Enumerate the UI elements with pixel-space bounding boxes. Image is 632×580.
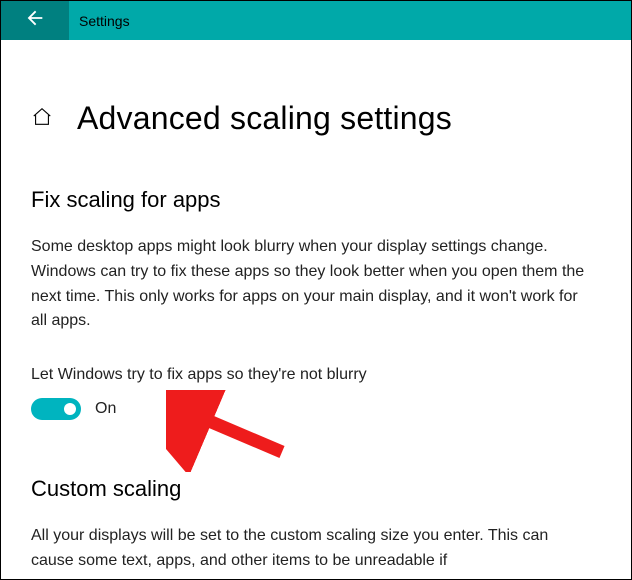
section-custom-scaling-title: Custom scaling [31, 476, 601, 502]
section-fix-scaling-title: Fix scaling for apps [31, 187, 601, 213]
toggle-knob [64, 403, 76, 415]
toggle-row: On [31, 398, 601, 420]
back-arrow-icon [24, 7, 46, 34]
annotation-arrow-icon [166, 390, 296, 477]
blurry-fix-toggle-label: Let Windows try to fix apps so they're n… [31, 366, 601, 384]
home-icon[interactable] [31, 106, 53, 133]
toggle-state-text: On [95, 400, 116, 418]
blurry-fix-toggle[interactable] [31, 398, 81, 420]
section-custom-scaling: Custom scaling All your displays will be… [31, 476, 601, 574]
section-custom-scaling-body: All your displays will be set to the cus… [31, 524, 591, 574]
content-area: Advanced scaling settings Fix scaling fo… [1, 40, 631, 574]
page-title-row: Advanced scaling settings [31, 100, 601, 137]
header-title: Settings [79, 13, 130, 29]
back-button[interactable] [1, 1, 69, 40]
page-title: Advanced scaling settings [77, 100, 452, 137]
window-header: Settings [1, 1, 631, 40]
section-fix-scaling-body: Some desktop apps might look blurry when… [31, 235, 591, 334]
